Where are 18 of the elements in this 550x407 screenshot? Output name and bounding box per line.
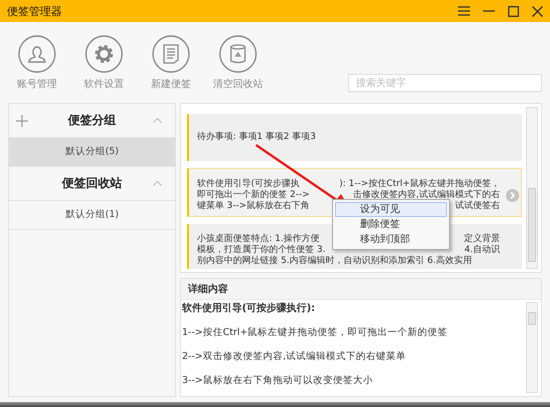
detail-header: 详细内容 [181,279,541,300]
note-text: ): 1-->按住Ctrl+鼠标左键并拖动便签， [339,179,500,190]
detail-title: 软件使用引导(可按步骤执行): [182,302,316,316]
detail-line: 1-->按住Ctrl+鼠标左键并拖动便签，即可拖出一个新的便签 [182,326,449,340]
note-text: 别内容中的网址链接 5.内容编辑时，自动识别和添加索引 6.高效实用 [197,256,472,267]
note-text: 4.自动识 [464,245,500,256]
note-text: 键菜单 3-->鼠标放在右下角 [197,201,310,212]
note-text: 小孩桌面便签特点: 1.操作方便 [197,234,320,244]
note-text: 待办事项: 事项1 事项2 事项3 [197,132,316,143]
note-text: 模板，打造属于你的个性便签 3. [197,245,326,256]
note-text: 击修改便签内容,试试编辑模式下的右 [353,190,500,200]
detail-line: 2-->双击修改便签内容,试试编辑模式下的右键菜单 [182,350,407,364]
note-text: 软件使用引导(可按步骤执 [197,179,300,190]
note-text: 试试便签右 [455,201,500,212]
note-text: 即可拖出一个新的便签 2--> [197,190,310,200]
window-title: 便签管理器 [7,4,62,18]
note-text: 定义背景 [464,234,500,244]
detail-line: 3-->鼠标放在右下角拖动可以改变便签大小 [182,374,374,388]
